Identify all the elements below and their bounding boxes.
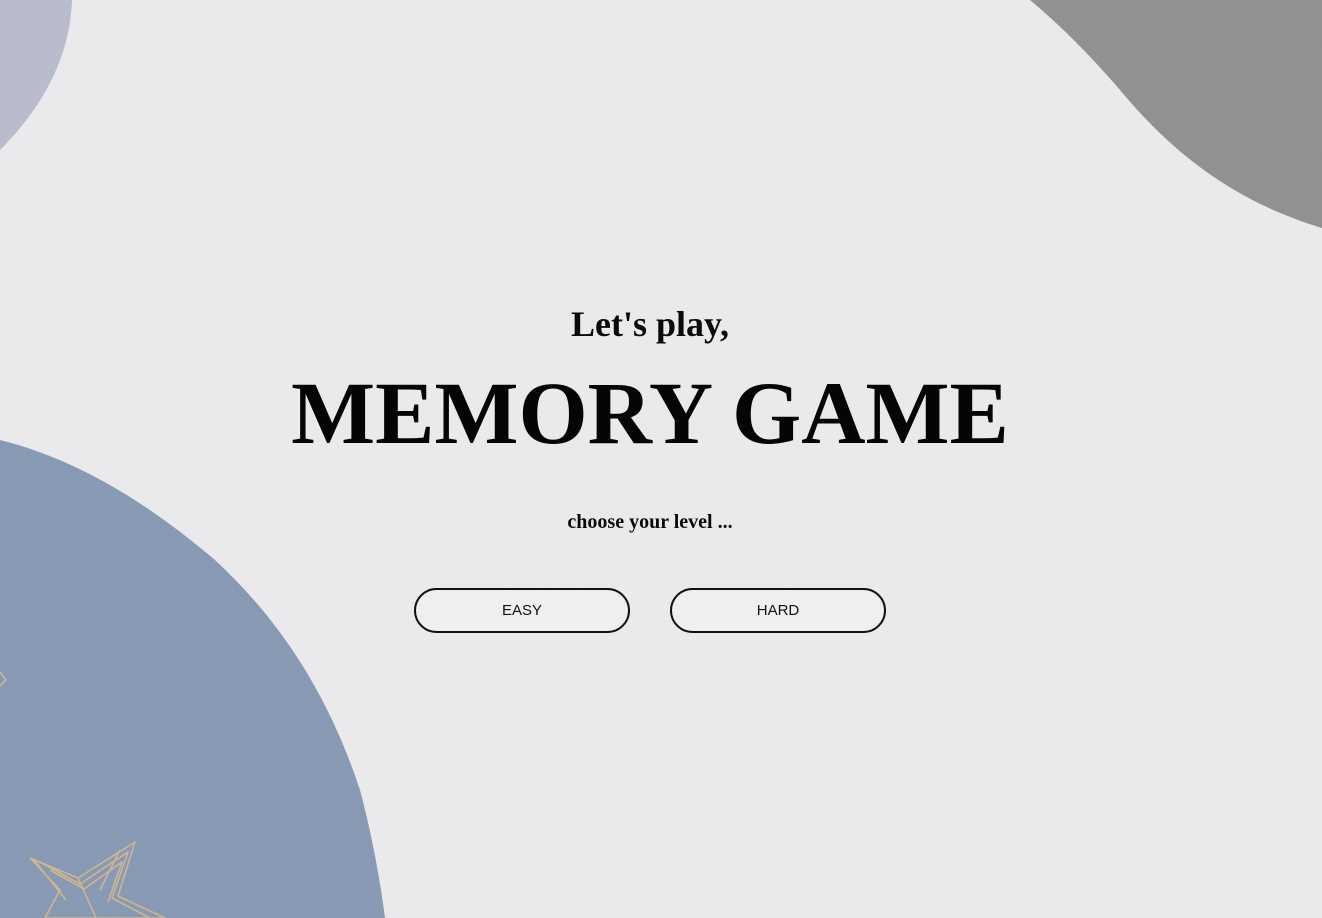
greeting-text: Let's play, (570, 304, 730, 344)
easy-level-button[interactable]: EASY (414, 588, 630, 633)
level-prompt: choose your level ... (567, 511, 733, 533)
game-title: MEMORY GAME (291, 365, 1009, 463)
hard-level-button[interactable]: HARD (670, 588, 886, 633)
start-screen: Let's play, MEMORY GAME choose your leve… (0, 0, 1322, 918)
